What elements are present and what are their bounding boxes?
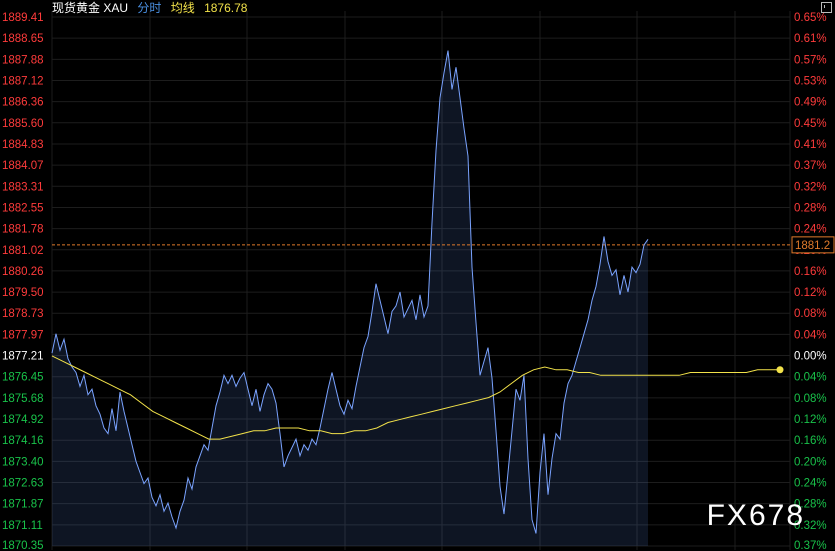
y-tick-label-right: 0.57% bbox=[794, 54, 827, 66]
y-tick-label-left: 1877.97 bbox=[2, 329, 44, 341]
y-tick-label-left: 1877.21 bbox=[2, 351, 44, 363]
y-tick-label-left: 1871.87 bbox=[2, 499, 44, 511]
y-tick-label-left: 1881.02 bbox=[2, 245, 44, 257]
y-tick-label-left: 1887.12 bbox=[2, 75, 44, 87]
y-tick-label-left: 1874.16 bbox=[2, 435, 44, 447]
y-tick-label-right: 0.16% bbox=[794, 435, 827, 447]
y-tick-label-left: 1880.26 bbox=[2, 266, 44, 278]
y-tick-label-right: 0.12% bbox=[794, 414, 827, 426]
y-tick-label-right: 0.24% bbox=[794, 224, 827, 236]
y-tick-label-right: 0.04% bbox=[794, 372, 827, 384]
y-tick-label-left: 1883.31 bbox=[2, 181, 44, 193]
y-tick-label-right: 0.65% bbox=[794, 12, 827, 24]
y-tick-label-right: 0.32% bbox=[794, 181, 827, 193]
y-tick-label-left: 1888.65 bbox=[2, 33, 44, 45]
y-axis-labels-right: 0.65% 0.61% 0.57% 0.53% 0.49% 0.45% 0.41% 0.37%… bbox=[794, 12, 827, 551]
instrument-title: 现货黄金 XAU bbox=[52, 1, 129, 15]
y-tick-label-right: 0.45% bbox=[794, 118, 827, 130]
current-price-box: 1881.2 bbox=[791, 236, 835, 254]
y-tick-label-left: 1879.50 bbox=[2, 287, 44, 299]
price-chart: 1889.41 1888.65 1887.88 1887.12 1886.36 1885.… bbox=[2, 11, 835, 551]
price-area-fill bbox=[52, 50, 648, 546]
y-axis-labels-left: 1889.41 1888.65 1887.88 1887.12 1886.36 1885.… bbox=[2, 12, 44, 551]
avg-line-label: 均线 bbox=[170, 1, 195, 15]
y-tick-label-left: 1887.88 bbox=[2, 54, 44, 66]
y-tick-label-left: 1871.11 bbox=[2, 520, 43, 532]
y-tick-label-right: 0.24% bbox=[794, 478, 827, 490]
y-tick-label-left: 1882.55 bbox=[2, 202, 44, 214]
y-tick-label-left: 1872.63 bbox=[2, 478, 44, 490]
y-tick-label-left: 1875.68 bbox=[2, 393, 44, 405]
y-tick-label-right: 0.16% bbox=[794, 266, 827, 278]
y-tick-label-left: 1885.60 bbox=[2, 118, 44, 130]
y-tick-label-right: 0.37% bbox=[794, 540, 827, 551]
y-tick-label-right: 0.08% bbox=[794, 308, 827, 320]
window-restore-icon[interactable] bbox=[821, 2, 832, 13]
average-line-end-dot bbox=[776, 366, 784, 374]
current-price-label: 1881.2 bbox=[795, 240, 830, 252]
watermark-logo: FX678 bbox=[706, 499, 805, 532]
y-tick-label-left: 1884.07 bbox=[2, 160, 44, 172]
y-tick-label-left: 1870.35 bbox=[2, 540, 44, 551]
y-tick-label-right: 0.12% bbox=[794, 287, 827, 299]
y-tick-label-left: 1878.73 bbox=[2, 308, 44, 320]
y-tick-label-right: 0.53% bbox=[794, 75, 827, 87]
y-tick-label-right: 0.08% bbox=[794, 393, 827, 405]
tab-intraday[interactable]: 分时 bbox=[137, 1, 161, 15]
chart-header: 现货黄金 XAU 分时 均线 1876.78 bbox=[52, 0, 247, 16]
y-tick-label-right: 0.28% bbox=[794, 202, 827, 214]
y-tick-label-left: 1873.40 bbox=[2, 456, 44, 468]
y-tick-label-right: 0.00% bbox=[794, 351, 827, 363]
y-tick-label-right: 0.41% bbox=[794, 139, 827, 151]
y-tick-label-right: 0.04% bbox=[794, 329, 827, 341]
y-tick-label-left: 1881.78 bbox=[2, 224, 44, 236]
y-tick-label-right: 0.20% bbox=[794, 456, 827, 468]
y-tick-label-left: 1884.83 bbox=[2, 139, 44, 151]
avg-line-value: 1876.78 bbox=[204, 1, 248, 15]
y-tick-label-left: 1876.45 bbox=[2, 372, 44, 384]
y-tick-label-left: 1886.36 bbox=[2, 97, 44, 109]
y-tick-label-left: 1889.41 bbox=[2, 12, 44, 24]
y-tick-label-right: 0.49% bbox=[794, 97, 827, 109]
y-tick-label-left: 1874.92 bbox=[2, 414, 44, 426]
y-tick-label-right: 0.61% bbox=[794, 33, 827, 45]
y-tick-label-right: 0.37% bbox=[794, 160, 827, 172]
